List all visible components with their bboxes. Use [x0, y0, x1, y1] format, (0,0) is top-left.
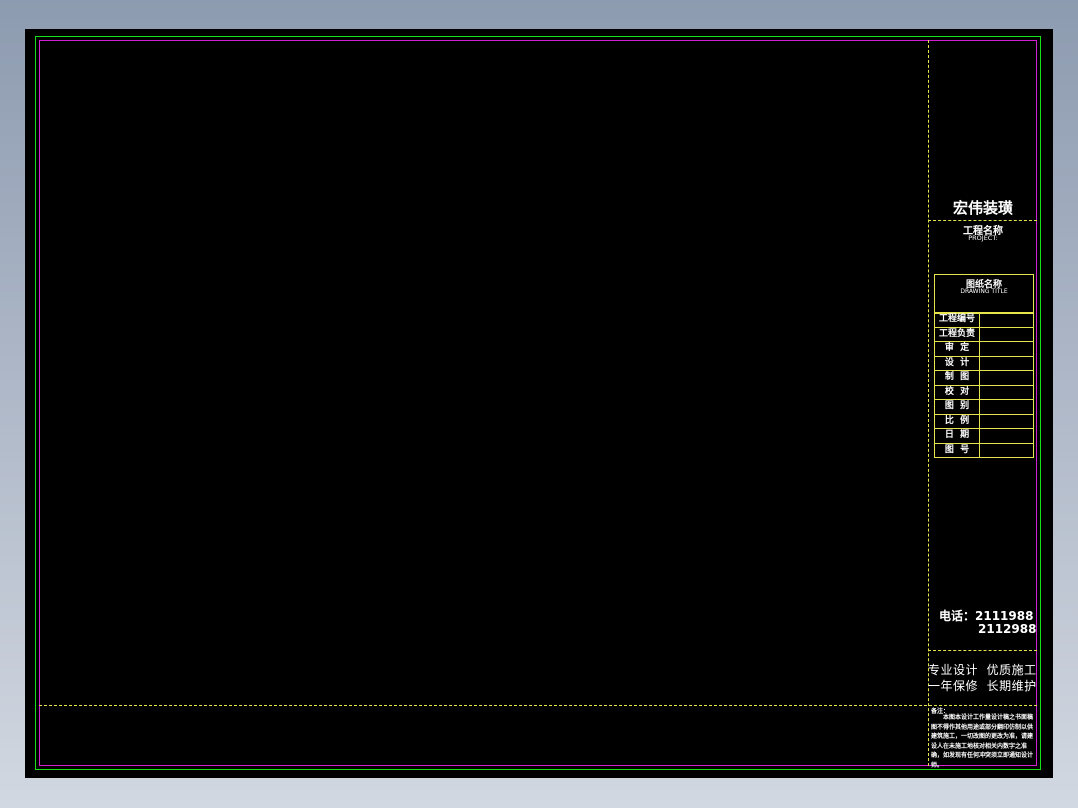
table-row: 比 例 [935, 414, 1033, 429]
row-label: 比 例 [935, 414, 980, 428]
slogan-line-2: 一年保修 长期维护 [928, 679, 1037, 693]
table-row: 工程编号 [935, 313, 1033, 328]
row-label: 工程编号 [935, 313, 980, 327]
drawing-title-box: 图纸名称 DRAWING TITLE [934, 274, 1034, 314]
slogan-line-1: 专业设计 优质施工 [928, 663, 1037, 677]
title-block-table: 工程编号 工程负责 审 定 设 计 制 图 校 对 图 别 比 例 日 期 图 … [934, 312, 1034, 458]
drawing-title-label-en: DRAWING TITLE [960, 288, 1008, 295]
company-divider [928, 220, 1037, 221]
row-label: 工程负责 [935, 327, 980, 341]
row-label: 设 计 [935, 356, 980, 370]
phone-line-2: 2112988 [978, 622, 1037, 636]
table-row: 日 期 [935, 429, 1033, 444]
notes-body: 本图本设计工作量设计稿之书面稿图不得作其他用途或部分翻印仿制以供建筑施工，一切改… [931, 714, 1034, 769]
title-block-divider [928, 40, 929, 766]
company-name: 宏伟装璜 [952, 199, 1013, 217]
row-label: 图 号 [935, 443, 980, 457]
row-label: 审 定 [935, 342, 980, 356]
table-row: 工程负责 [935, 327, 1033, 342]
project-label-en: PROJECT: [968, 234, 998, 242]
inner-border-frame [39, 40, 1037, 766]
phone-divider [928, 650, 1037, 651]
bottom-divider [39, 705, 1037, 706]
table-row: 审 定 [935, 342, 1033, 357]
row-label: 制 图 [935, 371, 980, 385]
table-row: 图 号 [935, 443, 1033, 458]
table-row: 校 对 [935, 385, 1033, 400]
table-row: 设 计 [935, 356, 1033, 371]
row-label: 校 对 [935, 385, 980, 399]
table-row: 制 图 [935, 371, 1033, 386]
row-label: 图 别 [935, 400, 980, 414]
table-row: 图 别 [935, 400, 1033, 415]
cad-drawing-canvas[interactable]: 宏伟装璜 工程名称 PROJECT: 图纸名称 DRAWING TITLE 工程… [25, 29, 1053, 778]
row-label: 日 期 [935, 429, 980, 443]
